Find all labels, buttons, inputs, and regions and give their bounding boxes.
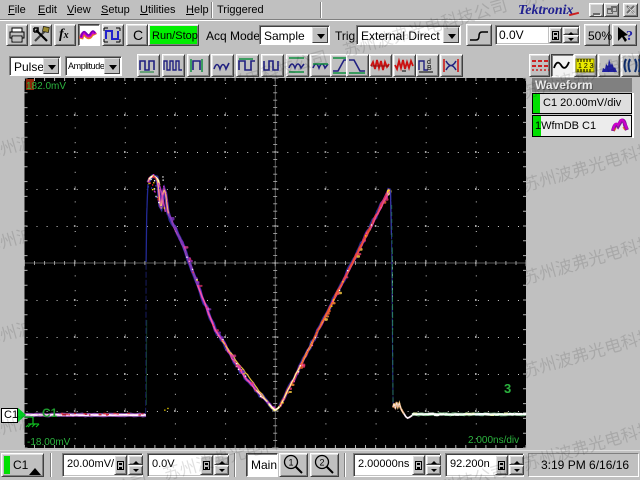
- svg-text:2: 2: [320, 458, 325, 468]
- svg-text:1: 1: [289, 458, 294, 468]
